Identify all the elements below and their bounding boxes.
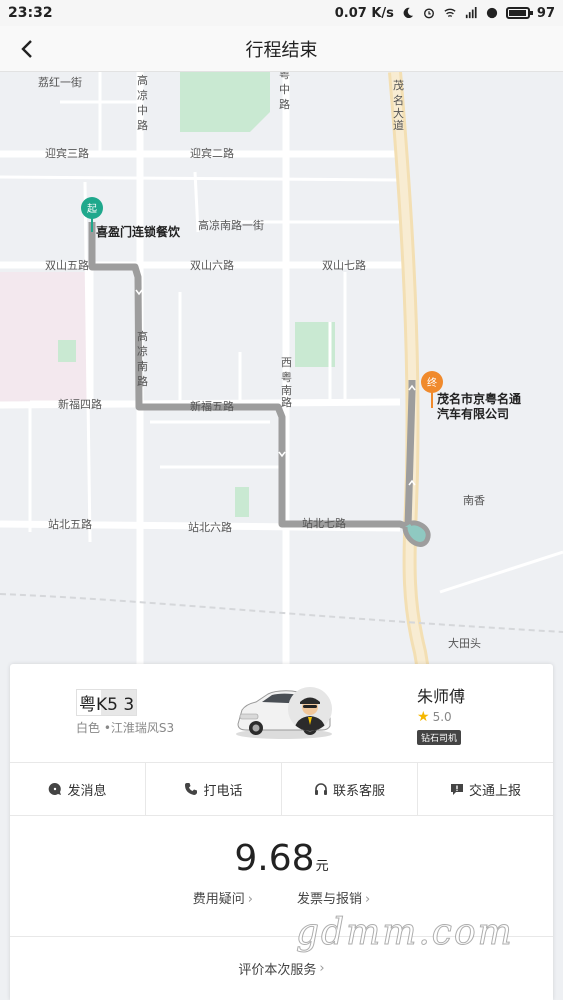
road-label: 道 (393, 118, 404, 132)
road-label: 名 (393, 93, 404, 107)
park-area-3 (58, 340, 76, 362)
start-location-name: 喜盈门连锁餐饮 (96, 224, 181, 239)
road-label: 路 (281, 396, 292, 409)
signal-icon (465, 7, 477, 19)
road-label: 粤 (281, 370, 292, 384)
trip-summary-card: 粤K5 3 白色 •江淮瑞风S3 朱师傅 ★ 5.0 钻石司机 发消息 打电话 … (10, 664, 553, 1000)
road-label: 西 (281, 356, 292, 369)
road-label: 中 (137, 104, 148, 117)
phone-icon (185, 783, 198, 795)
driver-info[interactable]: 粤K5 3 白色 •江淮瑞风S3 朱师傅 ★ 5.0 钻石司机 (10, 664, 553, 762)
traffic-report-button[interactable]: 交通上报 (418, 763, 553, 815)
invoice-label: 发票与报销 (297, 892, 363, 907)
nav-bar: 行程结束 (0, 26, 563, 72)
driver-avatar (288, 687, 332, 731)
road-label: 迎宾三路 (45, 146, 89, 160)
status-bar: 23:32 0.07 K/s 97 (0, 0, 563, 26)
road-label: 双山六路 (190, 259, 234, 272)
status-icons: 0.07 K/s 97 (335, 6, 555, 21)
battery-icon (505, 7, 533, 19)
road-label: 高 (137, 73, 148, 87)
roundabout (402, 520, 431, 547)
alarm-icon (423, 8, 434, 19)
road-label: 新福四路 (58, 397, 102, 411)
action-label: 交通上报 (468, 783, 521, 799)
rating-value: 5.0 (432, 710, 452, 724)
road-label: 茂 (393, 78, 404, 92)
end-marker-label: 终 (427, 376, 437, 389)
road-label: 粤 (279, 72, 290, 81)
action-label: 发消息 (67, 783, 107, 799)
end-location-name-line2: 汽车有限公司 (437, 406, 509, 421)
road-label: 凉 (137, 344, 148, 358)
chevron-left-icon[interactable] (12, 34, 42, 64)
page-title: 行程结束 (245, 39, 318, 61)
road-label: 新福五路 (190, 399, 234, 413)
park-area (180, 72, 270, 132)
action-label: 联系客服 (332, 783, 385, 799)
app-notification-icon (486, 7, 498, 19)
chevron-right-icon: › (319, 961, 325, 976)
road-label: 凉 (137, 88, 148, 102)
road-label: 路 (137, 119, 148, 132)
action-bar: 发消息 打电话 联系客服 交通上报 (10, 762, 553, 816)
rate-service-button[interactable]: 评价本次服务 › (10, 936, 553, 1000)
road-label: 路 (279, 98, 290, 111)
car-description: 白色 •江淮瑞风S3 (76, 721, 175, 735)
fee-links: 费用疑问 › 发票与报销 › (10, 888, 553, 907)
road-label: 站北七路 (302, 516, 346, 530)
road-label: 双山七路 (322, 259, 366, 272)
wifi-icon (444, 8, 456, 18)
road-label: 路 (137, 375, 148, 388)
place-label: 大田头 (448, 636, 481, 650)
end-location-name-line1: 茂名市京粤名通 (437, 391, 521, 406)
fee-question-link[interactable]: 费用疑问 › (193, 888, 253, 907)
road-label: 高凉南路一街 (198, 218, 264, 232)
fee-unit: 元 (315, 859, 329, 874)
road-label: 高 (137, 329, 148, 343)
driver-rating: ★ 5.0 (417, 709, 452, 725)
road-label: 站北六路 (188, 520, 232, 534)
license-plate: 粤K5 3 (76, 689, 138, 716)
road-label: 荔红一街 (38, 75, 82, 89)
start-marker-label: 起 (87, 203, 97, 215)
road-label: 双山五路 (45, 259, 89, 272)
status-time: 23:32 (8, 5, 53, 21)
chevron-right-icon: › (365, 892, 371, 907)
contact-support-button[interactable]: 联系客服 (282, 763, 418, 815)
chevron-right-icon: › (247, 892, 253, 907)
pink-area (0, 272, 90, 402)
driver-badge: 钻石司机 (417, 730, 462, 745)
fee-display: 9.68元 (10, 838, 553, 879)
road-label: 中 (279, 83, 290, 96)
rate-service-label: 评价本次服务 (238, 963, 317, 978)
road-label: 南 (137, 360, 148, 373)
place-label: 南香 (463, 494, 485, 507)
fee-amount: 9.68 (234, 838, 315, 879)
star-icon: ★ (417, 709, 430, 725)
road-label: 迎宾二路 (190, 146, 234, 160)
action-label: 打电话 (203, 783, 243, 799)
call-button[interactable]: 打电话 (146, 763, 282, 815)
battery-level: 97 (536, 5, 555, 21)
send-message-button[interactable]: 发消息 (10, 763, 146, 815)
road-label: 大 (393, 106, 404, 120)
fee-question-label: 费用疑问 (192, 892, 245, 907)
net-speed: 0.07 K/s (334, 5, 394, 21)
park-area-4 (235, 487, 249, 517)
report-icon (450, 784, 463, 795)
invoice-link[interactable]: 发票与报销 › (297, 888, 370, 907)
road-label: 站北五路 (48, 517, 92, 531)
moon-icon (403, 7, 414, 19)
driver-name: 朱师傅 (417, 687, 466, 706)
message-icon (49, 782, 62, 795)
headset-icon (314, 783, 327, 795)
